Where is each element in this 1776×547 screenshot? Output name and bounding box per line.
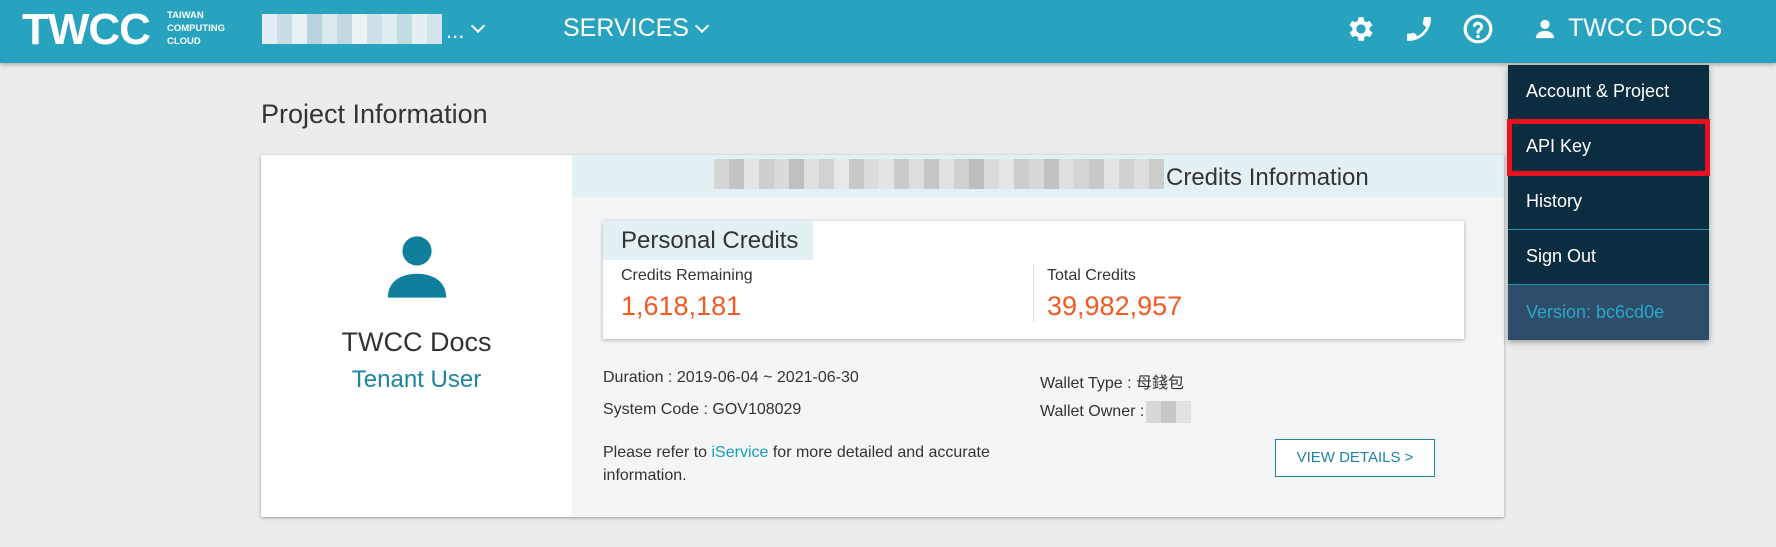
profile-panel: TWCC Docs Tenant User <box>261 155 572 517</box>
menu-item-history[interactable]: History <box>1508 175 1709 230</box>
duration-line: Duration : 2019-06-04 ~ 2021-06-30 <box>603 369 859 387</box>
wallet-owner-label: Wallet Owner : <box>1040 403 1145 420</box>
top-navigation-bar: TWCC TAIWAN COMPUTING CLOUD ... SERVICES… <box>0 0 1776 63</box>
services-menu[interactable]: SERVICES <box>563 14 710 43</box>
credits-header-title: Credits Information <box>1166 164 1369 191</box>
version-label: Version: bc6cd0e <box>1508 285 1709 340</box>
menu-item-sign-out[interactable]: Sign Out <box>1508 230 1709 285</box>
wallet-type-value: 母錢包 <box>1136 375 1185 392</box>
redacted-project-name <box>262 14 442 44</box>
total-credits-label: Total Credits <box>1047 267 1136 284</box>
logo-subtitle-line: CLOUD <box>167 36 201 47</box>
logo-subtitle: TAIWAN COMPUTING CLOUD <box>167 9 247 48</box>
view-details-button[interactable]: VIEW DETAILS > <box>1275 439 1435 477</box>
help-icon[interactable] <box>1462 13 1494 45</box>
menu-item-api-key[interactable]: API Key <box>1507 119 1710 176</box>
iservice-link[interactable]: iService <box>712 444 769 461</box>
wallet-owner-line: Wallet Owner : <box>1040 401 1192 423</box>
page-title: Project Information <box>261 99 488 129</box>
profile-role: Tenant User <box>351 366 482 393</box>
project-selector[interactable]: ... <box>262 12 486 46</box>
project-name-ellipsis: ... <box>446 18 465 43</box>
user-name: TWCC DOCS <box>1568 14 1723 42</box>
credits-remaining: Credits Remaining 1,618,181 <box>621 267 753 322</box>
refer-suffix-2: information. <box>603 467 687 484</box>
wallet-type-label: Wallet Type : <box>1040 375 1137 392</box>
wallet-type-line: Wallet Type : 母錢包 <box>1040 369 1184 393</box>
total-credits: Total Credits 39,982,957 <box>1047 267 1182 322</box>
personal-credits-tab: Personal Credits <box>603 221 813 260</box>
personal-credits-box: Personal Credits Credits Remaining 1,618… <box>603 221 1464 339</box>
credits-divider <box>1033 264 1034 322</box>
credits-header: Credits Information <box>572 155 1504 197</box>
logo-wordmark: TWCC <box>22 5 151 54</box>
credits-remaining-value: 1,618,181 <box>621 291 742 321</box>
system-code-label: System Code : <box>603 401 713 418</box>
system-code-line: System Code : GOV108029 <box>603 401 801 419</box>
project-info-card: TWCC Docs Tenant User Credits Informatio… <box>261 155 1504 517</box>
gear-icon[interactable] <box>1345 13 1377 45</box>
logo-subtitle-line: TAIWAN <box>167 10 204 21</box>
duration-label: Duration : <box>603 369 677 386</box>
user-icon <box>1535 19 1555 38</box>
system-code-value: GOV108029 <box>712 401 802 418</box>
refer-note: Please refer to iService for more detail… <box>603 441 990 487</box>
redacted-project-label <box>714 159 1164 189</box>
user-dropdown-menu: Account & Project API Key History Sign O… <box>1507 65 1710 340</box>
logo-subtitle-line: COMPUTING <box>167 23 226 34</box>
duration-value: 2019-06-04 ~ 2021-06-30 <box>676 369 859 386</box>
services-label: SERVICES <box>563 14 689 42</box>
total-credits-value: 39,982,957 <box>1047 291 1183 321</box>
profile-name: TWCC Docs <box>341 327 492 357</box>
credits-remaining-label: Credits Remaining <box>621 267 753 284</box>
user-avatar-icon <box>387 236 447 298</box>
chevron-down-icon <box>694 18 710 33</box>
refer-suffix: for more detailed and accurate <box>768 444 990 461</box>
user-menu-toggle[interactable]: TWCC DOCS <box>1534 14 1722 43</box>
menu-item-account-project[interactable]: Account & Project <box>1508 65 1709 120</box>
refer-prefix: Please refer to <box>603 444 712 461</box>
chevron-down-icon <box>471 18 486 34</box>
credits-panel: Credits Information Personal Credits Cre… <box>572 155 1504 517</box>
redacted-wallet-owner <box>1146 401 1192 423</box>
phone-icon[interactable] <box>1403 13 1435 45</box>
